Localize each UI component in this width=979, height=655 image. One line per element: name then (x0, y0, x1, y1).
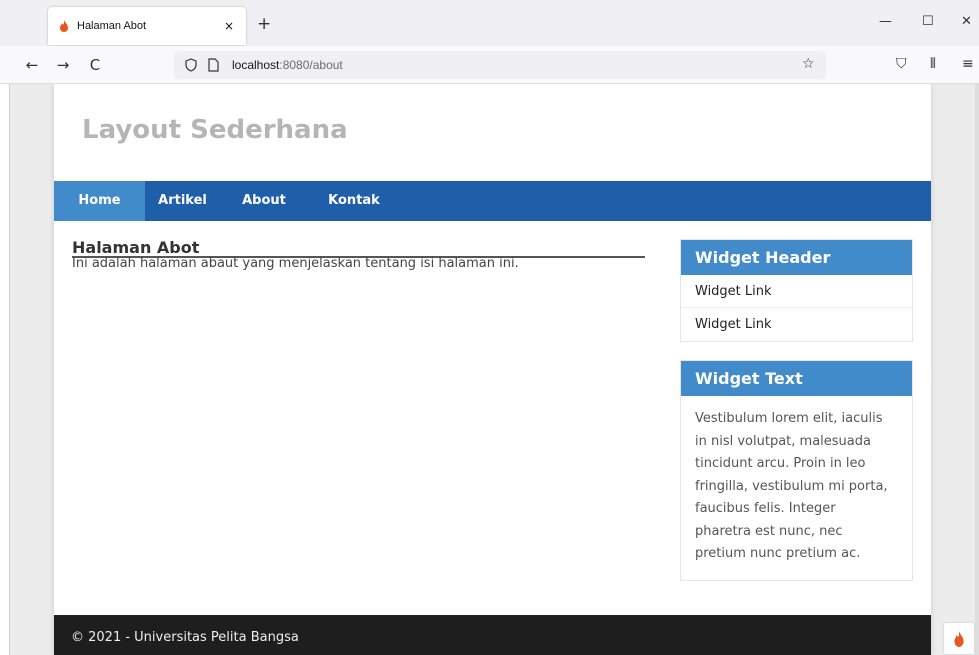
widget-text-line: pharetra est nunc, nec (695, 523, 843, 539)
widget-link-2[interactable]: Widget Link (681, 308, 912, 341)
site-footer: © 2021 - Universitas Pelita Bangsa (54, 615, 931, 655)
widget-text-line: pretium nunc pretium ac. (695, 546, 861, 561)
page-icon (208, 58, 219, 72)
back-icon[interactable]: ← (22, 56, 42, 74)
flame-icon (954, 630, 964, 647)
nav-about-link[interactable]: About (220, 181, 308, 221)
left-panel-edge (0, 84, 10, 655)
browser-tab[interactable]: Halaman Abot × (48, 7, 246, 45)
nav-kontak-link[interactable]: Kontak (308, 181, 400, 221)
widget-header: Widget Header (681, 240, 912, 275)
url-path: :8080/about (279, 58, 343, 72)
browser-toolbar: ← → C localhost:8080/about ☆ ⛉ ⫴ ≡ (0, 46, 979, 84)
scrollbar[interactable] (975, 84, 979, 655)
flame-favicon-icon (60, 20, 68, 32)
footer-text: © 2021 - Universitas Pelita Bangsa (71, 630, 299, 645)
nav-home-link[interactable]: Home (54, 181, 145, 221)
page-container: Layout Sederhana Home Artikel About Kont… (54, 84, 931, 655)
widget-link-1[interactable]: Widget Link (681, 275, 912, 308)
pocket-icon[interactable]: ⛉ (896, 56, 907, 72)
tab-title: Halaman Abot (77, 20, 147, 32)
widget-text-body: Vestibulum lorem elit, iaculis in nisl v… (681, 396, 912, 580)
new-tab-icon[interactable]: + (257, 14, 271, 34)
maximize-icon[interactable]: ☐ (922, 14, 934, 29)
devtools-flame-button[interactable] (943, 622, 975, 655)
widget-text-line: faucibus felis. Integer (695, 501, 836, 516)
site-header: Layout Sederhana (54, 84, 931, 181)
url-bar[interactable]: localhost:8080/about ☆ (174, 51, 826, 79)
nav-artikel-link[interactable]: Artikel (145, 181, 220, 221)
widget-links: Widget Header Widget Link Widget Link (680, 239, 913, 342)
main-nav: Home Artikel About Kontak (54, 181, 931, 221)
browser-tab-bar: Halaman Abot × + — ☐ ✕ (0, 0, 979, 46)
widget-text-header: Widget Text (681, 361, 912, 396)
widget-text-line: fringilla, vestibulum mi porta, (695, 478, 888, 494)
article-body: Ini adalah halaman abaut yang menjelaska… (72, 256, 519, 271)
widget-text: Widget Text Vestibulum lorem elit, iacul… (680, 360, 913, 581)
forward-icon[interactable]: → (53, 56, 73, 74)
widget-text-line: in nisl volutpat, malesuada (695, 433, 871, 449)
bookmark-star-icon[interactable]: ☆ (802, 56, 815, 72)
library-icon[interactable]: ⫴ (930, 56, 936, 72)
menu-icon[interactable]: ≡ (962, 56, 974, 72)
window-close-icon[interactable]: ✕ (961, 14, 972, 29)
site-title: Layout Sederhana (82, 115, 348, 145)
minimize-icon[interactable]: — (879, 14, 892, 29)
shield-icon[interactable] (184, 58, 198, 72)
page-viewport: Layout Sederhana Home Artikel About Kont… (0, 84, 979, 655)
url-host: localhost (232, 58, 280, 72)
url-text[interactable]: localhost:8080/about (232, 58, 343, 72)
tab-close-icon[interactable]: × (222, 19, 236, 33)
reload-icon[interactable]: C (85, 56, 105, 74)
widget-text-line: Vestibulum lorem elit, iaculis (695, 411, 883, 426)
widget-text-line: tincidunt arcu. Proin in leo (695, 456, 866, 471)
